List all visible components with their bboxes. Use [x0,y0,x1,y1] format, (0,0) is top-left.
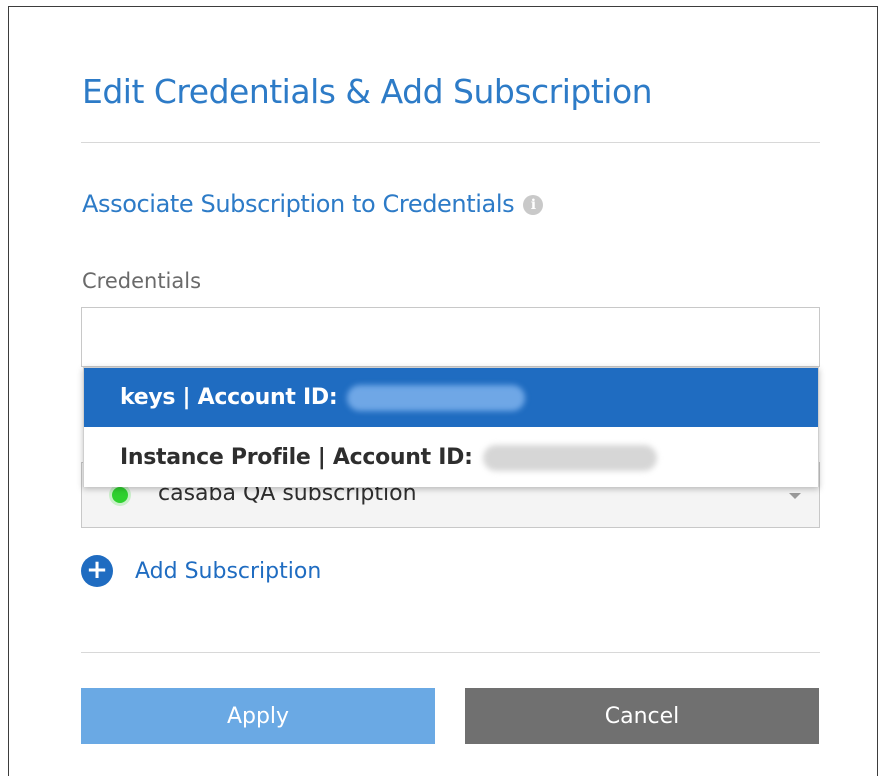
dropdown-option-instance-profile[interactable]: Instance Profile | Account ID: [84,428,818,487]
section-title-text: Associate Subscription to Credentials [82,190,515,218]
add-subscription-link[interactable]: + Add Subscription [81,555,321,587]
plus-circle-icon[interactable]: + [81,555,113,587]
credentials-select[interactable] [81,307,820,367]
credentials-label: Credentials [82,269,202,293]
cancel-button[interactable]: Cancel [465,688,819,744]
caret-down-icon [789,493,801,499]
title-divider [81,142,820,143]
dialog-title: Edit Credentials & Add Subscription [82,72,653,111]
info-icon[interactable]: i [523,195,544,215]
credentials-dropdown-menu: keys | Account ID: Instance Profile | Ac… [83,367,819,487]
dropdown-option-label: keys | Account ID: [120,385,338,410]
section-title: Associate Subscription to Credentials i [82,190,544,218]
subscription-status-dot [112,487,128,503]
apply-button[interactable]: Apply [81,688,435,744]
footer-divider [81,652,820,653]
add-subscription-label[interactable]: Add Subscription [135,559,321,584]
dropdown-option-keys[interactable]: keys | Account ID: [84,368,818,427]
redacted-account-id [482,444,657,471]
redacted-account-id [347,384,526,411]
dropdown-option-label: Instance Profile | Account ID: [120,445,473,470]
